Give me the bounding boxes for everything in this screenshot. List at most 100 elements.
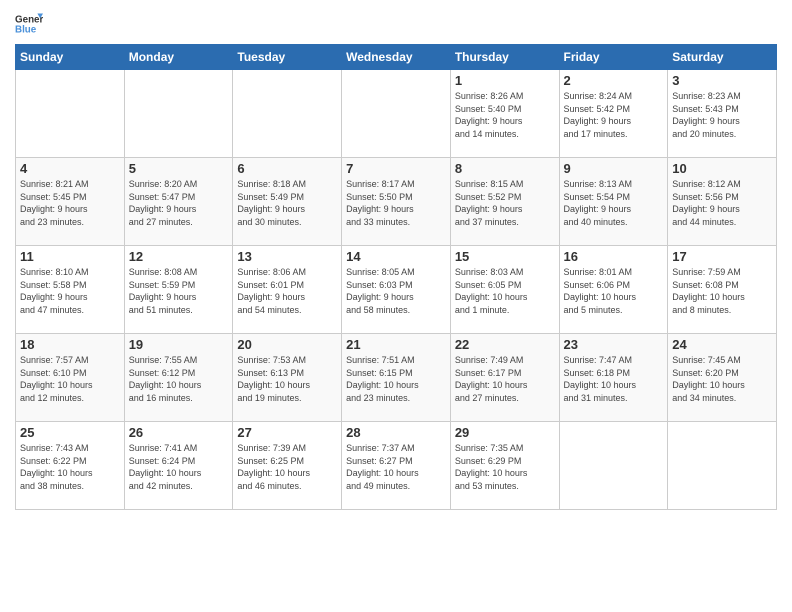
day-cell: 16Sunrise: 8:01 AM Sunset: 6:06 PM Dayli… <box>559 246 668 334</box>
page: General Blue SundayMondayTuesdayWednesda… <box>0 0 792 612</box>
day-info: Sunrise: 8:24 AM Sunset: 5:42 PM Dayligh… <box>564 90 664 140</box>
day-number: 14 <box>346 249 446 264</box>
day-info: Sunrise: 7:51 AM Sunset: 6:15 PM Dayligh… <box>346 354 446 404</box>
day-number: 3 <box>672 73 772 88</box>
day-info: Sunrise: 7:47 AM Sunset: 6:18 PM Dayligh… <box>564 354 664 404</box>
day-info: Sunrise: 7:39 AM Sunset: 6:25 PM Dayligh… <box>237 442 337 492</box>
day-info: Sunrise: 8:23 AM Sunset: 5:43 PM Dayligh… <box>672 90 772 140</box>
week-row-2: 11 Sunrise: 8:10 AM Sunset: 5:58 PM Dayli… <box>16 246 777 334</box>
day-cell: 7 Sunrise: 8:17 AM Sunset: 5:50 PM Daylig… <box>342 158 451 246</box>
day-info: Sunrise: 7:37 AM Sunset: 6:27 PM Dayligh… <box>346 442 446 492</box>
day-info: Sunrise: 7:45 AM Sunset: 6:20 PM Dayligh… <box>672 354 772 404</box>
day-number: 4 <box>20 161 120 176</box>
day-info: Sunrise: 7:55 AM Sunset: 6:12 PM Dayligh… <box>129 354 229 404</box>
day-cell: 4 Sunrise: 8:21 AM Sunset: 5:45 PM Daylig… <box>16 158 125 246</box>
day-number: 22 <box>455 337 555 352</box>
header-row: SundayMondayTuesdayWednesdayThursdayFrid… <box>16 45 777 70</box>
header: General Blue <box>15 10 777 38</box>
day-info: Sunrise: 8:06 AM Sunset: 6:01 PM Dayligh… <box>237 266 337 316</box>
day-number: 15 <box>455 249 555 264</box>
day-info: Sunrise: 7:43 AM Sunset: 6:22 PM Dayligh… <box>20 442 120 492</box>
day-number: 13 <box>237 249 337 264</box>
day-cell: 6 Sunrise: 8:18 AM Sunset: 5:49 PM Daylig… <box>233 158 342 246</box>
day-info: Sunrise: 8:15 AM Sunset: 5:52 PM Dayligh… <box>455 178 555 228</box>
day-number: 17 <box>672 249 772 264</box>
col-header-monday: Monday <box>124 45 233 70</box>
day-cell: 26 Sunrise: 7:41 AM Sunset: 6:24 PM Dayli… <box>124 422 233 510</box>
day-number: 20 <box>237 337 337 352</box>
day-cell <box>233 70 342 158</box>
day-cell: 25 Sunrise: 7:43 AM Sunset: 6:22 PM Dayli… <box>16 422 125 510</box>
day-cell <box>124 70 233 158</box>
day-number: 23 <box>564 337 664 352</box>
day-info: Sunrise: 8:20 AM Sunset: 5:47 PM Dayligh… <box>129 178 229 228</box>
day-info: Sunrise: 7:53 AM Sunset: 6:13 PM Dayligh… <box>237 354 337 404</box>
day-info: Sunrise: 8:05 AM Sunset: 6:03 PM Dayligh… <box>346 266 446 316</box>
day-cell: 15 Sunrise: 8:03 AM Sunset: 6:05 PM Dayli… <box>450 246 559 334</box>
day-cell: 28 Sunrise: 7:37 AM Sunset: 6:27 PM Dayli… <box>342 422 451 510</box>
svg-text:Blue: Blue <box>15 24 37 35</box>
day-info: Sunrise: 7:41 AM Sunset: 6:24 PM Dayligh… <box>129 442 229 492</box>
day-cell: 2 Sunrise: 8:24 AM Sunset: 5:42 PM Daylig… <box>559 70 668 158</box>
logo: General Blue <box>15 10 47 38</box>
day-cell: 22 Sunrise: 7:49 AM Sunset: 6:17 PM Dayli… <box>450 334 559 422</box>
logo-icon: General Blue <box>15 10 43 38</box>
day-cell: 3 Sunrise: 8:23 AM Sunset: 5:43 PM Daylig… <box>668 70 777 158</box>
col-header-friday: Friday <box>559 45 668 70</box>
day-cell: 5 Sunrise: 8:20 AM Sunset: 5:47 PM Daylig… <box>124 158 233 246</box>
day-number: 12 <box>129 249 229 264</box>
day-cell: 17Sunrise: 7:59 AM Sunset: 6:08 PM Dayli… <box>668 246 777 334</box>
week-row-1: 4 Sunrise: 8:21 AM Sunset: 5:45 PM Daylig… <box>16 158 777 246</box>
day-cell: 12 Sunrise: 8:08 AM Sunset: 5:59 PM Dayli… <box>124 246 233 334</box>
day-number: 21 <box>346 337 446 352</box>
day-number: 7 <box>346 161 446 176</box>
day-info: Sunrise: 7:49 AM Sunset: 6:17 PM Dayligh… <box>455 354 555 404</box>
day-number: 25 <box>20 425 120 440</box>
day-cell: 9 Sunrise: 8:13 AM Sunset: 5:54 PM Daylig… <box>559 158 668 246</box>
day-cell <box>559 422 668 510</box>
day-cell: 8 Sunrise: 8:15 AM Sunset: 5:52 PM Daylig… <box>450 158 559 246</box>
day-info: Sunrise: 8:18 AM Sunset: 5:49 PM Dayligh… <box>237 178 337 228</box>
day-cell: 21 Sunrise: 7:51 AM Sunset: 6:15 PM Dayli… <box>342 334 451 422</box>
day-number: 26 <box>129 425 229 440</box>
day-info: Sunrise: 8:01 AM Sunset: 6:06 PM Dayligh… <box>564 266 664 316</box>
day-number: 2 <box>564 73 664 88</box>
day-info: Sunrise: 8:12 AM Sunset: 5:56 PM Dayligh… <box>672 178 772 228</box>
day-info: Sunrise: 8:13 AM Sunset: 5:54 PM Dayligh… <box>564 178 664 228</box>
day-info: Sunrise: 8:26 AM Sunset: 5:40 PM Dayligh… <box>455 90 555 140</box>
calendar-table: SundayMondayTuesdayWednesdayThursdayFrid… <box>15 44 777 510</box>
week-row-4: 25 Sunrise: 7:43 AM Sunset: 6:22 PM Dayli… <box>16 422 777 510</box>
day-cell: 27Sunrise: 7:39 AM Sunset: 6:25 PM Dayli… <box>233 422 342 510</box>
day-cell: 29Sunrise: 7:35 AM Sunset: 6:29 PM Dayli… <box>450 422 559 510</box>
day-number: 9 <box>564 161 664 176</box>
day-number: 6 <box>237 161 337 176</box>
day-info: Sunrise: 8:21 AM Sunset: 5:45 PM Dayligh… <box>20 178 120 228</box>
day-number: 11 <box>20 249 120 264</box>
col-header-thursday: Thursday <box>450 45 559 70</box>
day-info: Sunrise: 7:57 AM Sunset: 6:10 PM Dayligh… <box>20 354 120 404</box>
col-header-wednesday: Wednesday <box>342 45 451 70</box>
day-number: 5 <box>129 161 229 176</box>
day-info: Sunrise: 8:17 AM Sunset: 5:50 PM Dayligh… <box>346 178 446 228</box>
day-cell: 23 Sunrise: 7:47 AM Sunset: 6:18 PM Dayli… <box>559 334 668 422</box>
week-row-0: 1 Sunrise: 8:26 AM Sunset: 5:40 PM Daylig… <box>16 70 777 158</box>
day-number: 10 <box>672 161 772 176</box>
week-row-3: 18Sunrise: 7:57 AM Sunset: 6:10 PM Dayli… <box>16 334 777 422</box>
day-cell <box>16 70 125 158</box>
day-number: 28 <box>346 425 446 440</box>
day-info: Sunrise: 7:35 AM Sunset: 6:29 PM Dayligh… <box>455 442 555 492</box>
day-info: Sunrise: 8:03 AM Sunset: 6:05 PM Dayligh… <box>455 266 555 316</box>
day-cell: 20 Sunrise: 7:53 AM Sunset: 6:13 PM Dayli… <box>233 334 342 422</box>
day-cell: 19 Sunrise: 7:55 AM Sunset: 6:12 PM Dayli… <box>124 334 233 422</box>
day-cell: 18Sunrise: 7:57 AM Sunset: 6:10 PM Dayli… <box>16 334 125 422</box>
day-info: Sunrise: 8:10 AM Sunset: 5:58 PM Dayligh… <box>20 266 120 316</box>
day-number: 24 <box>672 337 772 352</box>
day-cell: 1 Sunrise: 8:26 AM Sunset: 5:40 PM Daylig… <box>450 70 559 158</box>
col-header-sunday: Sunday <box>16 45 125 70</box>
day-info: Sunrise: 8:08 AM Sunset: 5:59 PM Dayligh… <box>129 266 229 316</box>
col-header-tuesday: Tuesday <box>233 45 342 70</box>
day-number: 8 <box>455 161 555 176</box>
day-number: 1 <box>455 73 555 88</box>
day-number: 19 <box>129 337 229 352</box>
day-cell <box>668 422 777 510</box>
